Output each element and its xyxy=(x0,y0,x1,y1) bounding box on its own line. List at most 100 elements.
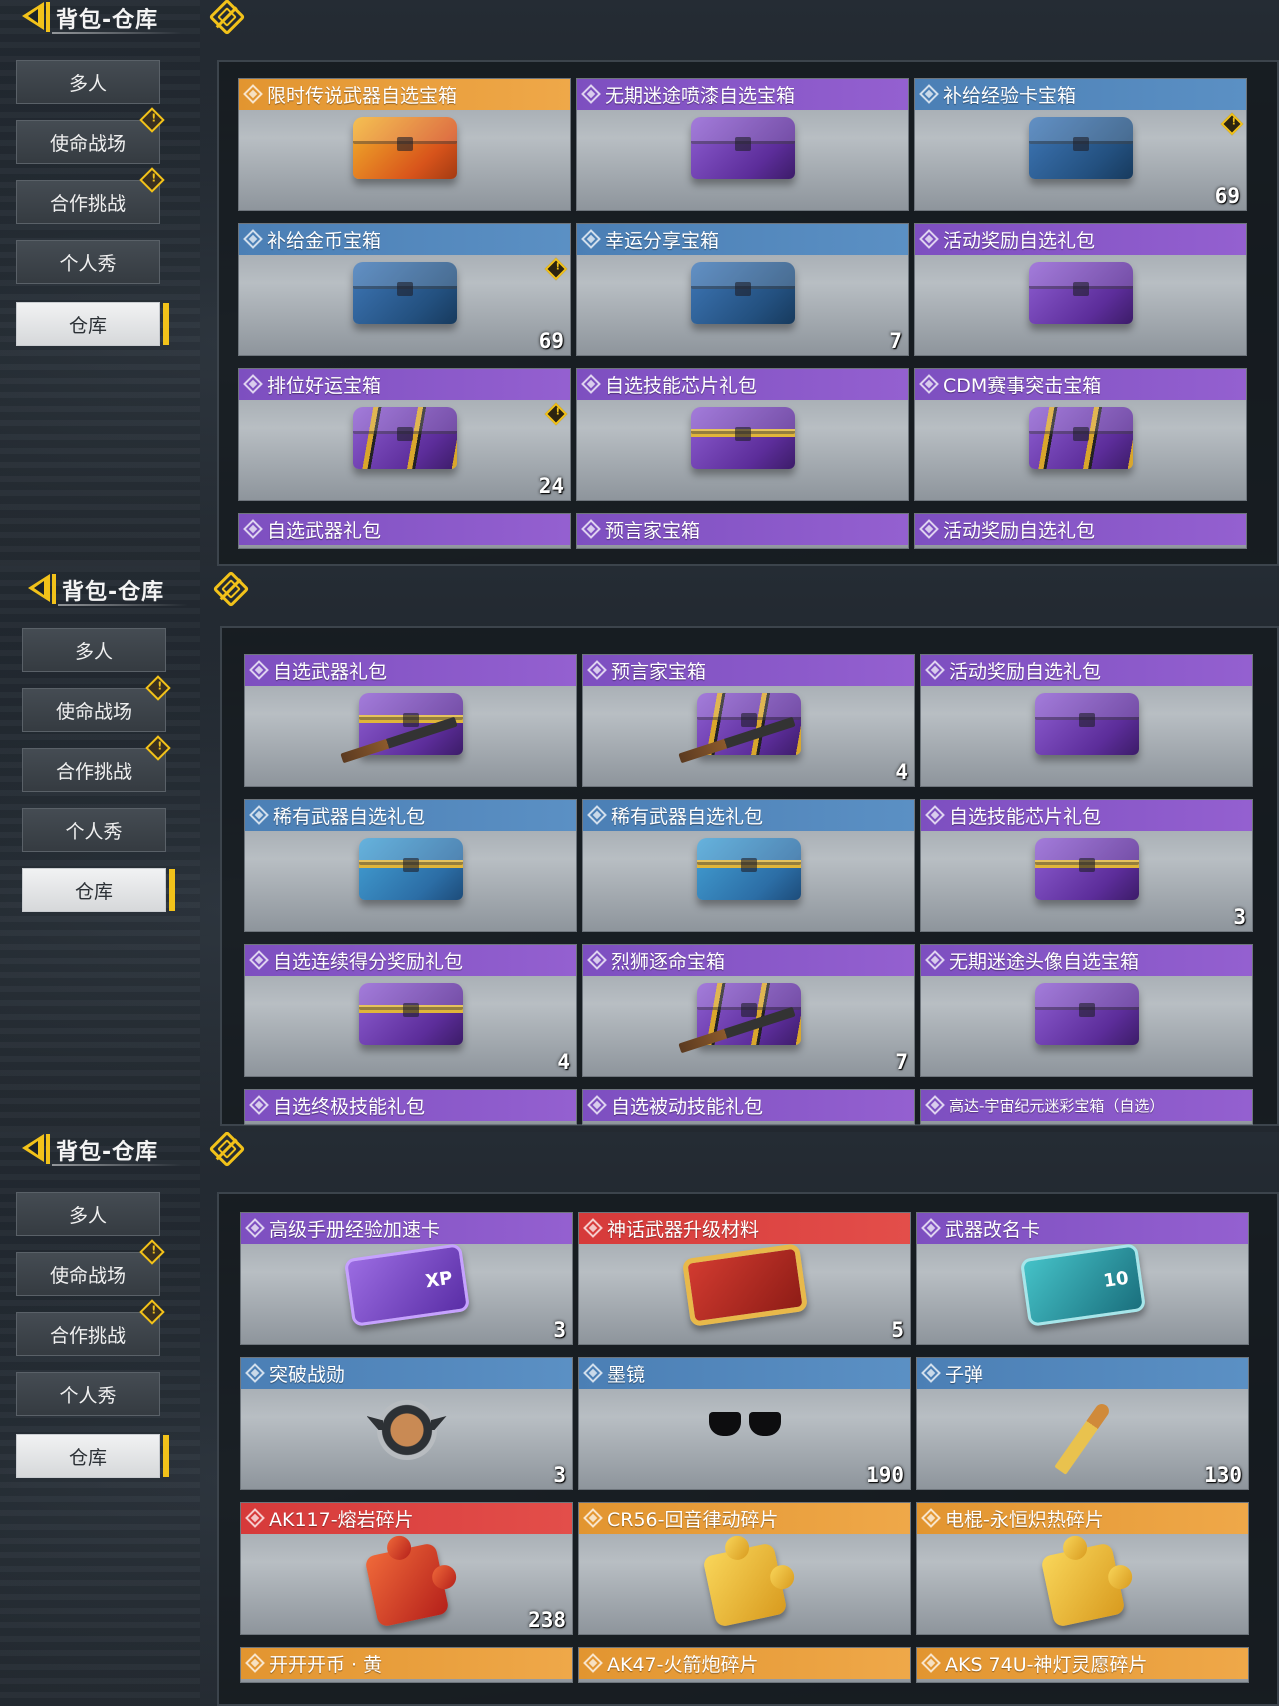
nav-tab[interactable]: 使命战场 xyxy=(16,1239,165,1296)
inventory-item-card[interactable]: 武器改名卡 10 xyxy=(916,1212,1249,1345)
item-count: 4 xyxy=(895,760,908,784)
nav-tab[interactable]: 多人 xyxy=(16,1192,160,1236)
item-name-header: 突破战勋 xyxy=(241,1358,572,1389)
inventory-item-card[interactable]: 自选武器礼包 xyxy=(244,654,577,787)
back-arrow-icon[interactable] xyxy=(22,2,44,30)
rarity-diamond-icon xyxy=(243,84,263,104)
card-purple-icon: XP xyxy=(343,1243,470,1327)
hint-diamond-icon[interactable] xyxy=(212,570,250,608)
inventory-item-card[interactable]: 自选武器礼包 xyxy=(238,513,571,549)
puzzle-fragment-icon xyxy=(363,1542,450,1628)
item-name: 高级手册经验加速卡 xyxy=(269,1219,441,1241)
item-count: 69 xyxy=(1214,184,1240,208)
nav-tab[interactable]: 使命战场 xyxy=(16,107,165,164)
nav-tab[interactable]: 多人 xyxy=(16,60,160,104)
rarity-diamond-icon xyxy=(925,950,945,970)
back-arrow-icon[interactable] xyxy=(28,574,50,602)
back-bar xyxy=(46,1134,50,1164)
nav-tab[interactable]: 个人秀 xyxy=(16,1372,160,1416)
inventory-item-card[interactable]: AK47-火箭炮碎片 xyxy=(578,1647,911,1683)
nav-tab-label: 多人 xyxy=(74,640,113,663)
item-art xyxy=(1028,117,1133,179)
inventory-item-card[interactable]: 突破战勋 3 xyxy=(240,1357,573,1490)
inventory-item-card[interactable]: 活动奖励自选礼包 xyxy=(914,223,1247,356)
inventory-item-card[interactable]: AK117-熔岩碎片 238 xyxy=(240,1502,573,1635)
item-name-header: 稀有武器自选礼包 xyxy=(245,800,576,831)
item-art xyxy=(677,693,801,764)
inventory-item-card[interactable]: 自选技能芯片礼包 3 xyxy=(920,799,1253,932)
inventory-item-card[interactable]: 高级手册经验加速卡 XP 3 xyxy=(240,1212,573,1345)
back-arrow-icon[interactable] xyxy=(22,1134,44,1162)
item-name-header: 自选武器礼包 xyxy=(239,514,570,545)
inventory-item-card[interactable]: 开开开币 · 黄 xyxy=(240,1647,573,1683)
item-name-header: 补给金币宝箱 xyxy=(239,224,570,255)
item-name: 稀有武器自选礼包 xyxy=(611,806,764,828)
inventory-item-card[interactable]: 自选终极技能礼包 xyxy=(244,1089,577,1125)
inventory-item-card[interactable]: 活动奖励自选礼包 xyxy=(920,654,1253,787)
item-name-header: 自选终极技能礼包 xyxy=(245,1090,576,1121)
inventory-item-card[interactable]: 高达-宇宙纪元迷彩宝箱（自选） xyxy=(920,1089,1253,1125)
page-title: 背包-仓库 xyxy=(62,580,165,605)
item-count: 24 xyxy=(538,474,564,498)
inventory-item-card[interactable]: 自选被动技能礼包 xyxy=(582,1089,915,1125)
nav-tab[interactable]: 合作挑战 xyxy=(22,735,171,792)
item-art xyxy=(1034,838,1139,900)
inventory-item-card[interactable]: 墨镜 190 xyxy=(578,1357,911,1490)
item-art xyxy=(677,983,801,1054)
inventory-item-card[interactable]: 烈狮逐命宝箱 7 xyxy=(582,944,915,1077)
item-name: 高达-宇宙纪元迷彩宝箱（自选） xyxy=(949,1097,1165,1115)
item-art xyxy=(363,1542,450,1628)
item-count: 7 xyxy=(889,329,902,353)
inventory-item-card[interactable]: 幸运分享宝箱 7 xyxy=(576,223,909,356)
inventory-item-card[interactable]: AKS 74U-神灯灵愿碎片 xyxy=(916,1647,1249,1683)
inventory-item-card[interactable]: 无期迷途头像自选宝箱 xyxy=(920,944,1253,1077)
warehouse-screen: 背包-仓库多人使命战场合作挑战个人秀仓库 自选武器礼包 预言家宝箱 4 活动奖励自选礼包… xyxy=(0,566,1279,1132)
inventory-item-card[interactable]: 排位好运宝箱 24 xyxy=(238,368,571,501)
rarity-diamond-icon xyxy=(581,374,601,394)
hint-diamond-icon[interactable] xyxy=(208,1132,246,1168)
inventory-item-card[interactable]: 稀有武器自选礼包 xyxy=(582,799,915,932)
item-art xyxy=(696,838,801,900)
rare-gift-case-icon xyxy=(358,838,463,900)
inventory-item-card[interactable]: 自选技能芯片礼包 xyxy=(576,368,909,501)
alert-icon xyxy=(139,167,165,193)
nav-tab[interactable]: 多人 xyxy=(22,628,166,672)
rarity-diamond-icon xyxy=(243,374,263,394)
gift-case-icon xyxy=(690,407,795,469)
inventory-item-card[interactable]: 自选连续得分奖励礼包 4 xyxy=(244,944,577,1077)
nav-tab[interactable]: 仓库 xyxy=(22,868,175,912)
item-name: 限时传说武器自选宝箱 xyxy=(267,85,458,107)
nav-tab-label: 多人 xyxy=(68,72,107,95)
nav-tab[interactable]: 仓库 xyxy=(16,1434,169,1478)
inventory-item-card[interactable]: 子弹 130 xyxy=(916,1357,1249,1490)
nav-tab[interactable]: 个人秀 xyxy=(16,240,160,284)
item-count: 7 xyxy=(895,1050,908,1074)
inventory-item-card[interactable]: 限时传说武器自选宝箱 xyxy=(238,78,571,211)
item-art xyxy=(1034,693,1139,755)
inventory-item-card[interactable]: 无期迷途喷漆自选宝箱 xyxy=(576,78,909,211)
item-name: 突破战勋 xyxy=(269,1364,346,1386)
inventory-item-card[interactable]: 稀有武器自选礼包 xyxy=(244,799,577,932)
item-name-header: 子弹 xyxy=(917,1358,1248,1389)
nav-tab[interactable]: 使命战场 xyxy=(22,675,171,732)
rarity-diamond-icon xyxy=(919,374,939,394)
alert-icon xyxy=(145,735,171,761)
hint-diamond-icon[interactable] xyxy=(208,0,246,36)
inventory-item-card[interactable]: CDM赛事突击宝箱 xyxy=(914,368,1247,501)
nav-tab[interactable]: 个人秀 xyxy=(22,808,166,852)
inventory-item-card[interactable]: 补给金币宝箱 69 xyxy=(238,223,571,356)
inventory-item-card[interactable]: CR56-回音律动碎片 xyxy=(578,1502,911,1635)
puzzle-fragment-icon xyxy=(701,1542,788,1628)
nav-tab[interactable]: 合作挑战 xyxy=(16,1299,165,1356)
nav-tab[interactable]: 合作挑战 xyxy=(16,167,165,224)
nav-tab-label: 个人秀 xyxy=(59,1384,117,1407)
nav-tab-label: 仓库 xyxy=(68,1446,107,1469)
inventory-item-card[interactable]: 活动奖励自选礼包 xyxy=(914,513,1247,549)
inventory-item-card[interactable]: 预言家宝箱 4 xyxy=(582,654,915,787)
item-count: 130 xyxy=(1204,1463,1242,1487)
inventory-item-card[interactable]: 神话武器升级材料 5 xyxy=(578,1212,911,1345)
inventory-item-card[interactable]: 电棍-永恒炽热碎片 xyxy=(916,1502,1249,1635)
inventory-item-card[interactable]: 预言家宝箱 xyxy=(576,513,909,549)
inventory-item-card[interactable]: 补给经验卡宝箱 69 xyxy=(914,78,1247,211)
nav-tab[interactable]: 仓库 xyxy=(16,302,169,346)
